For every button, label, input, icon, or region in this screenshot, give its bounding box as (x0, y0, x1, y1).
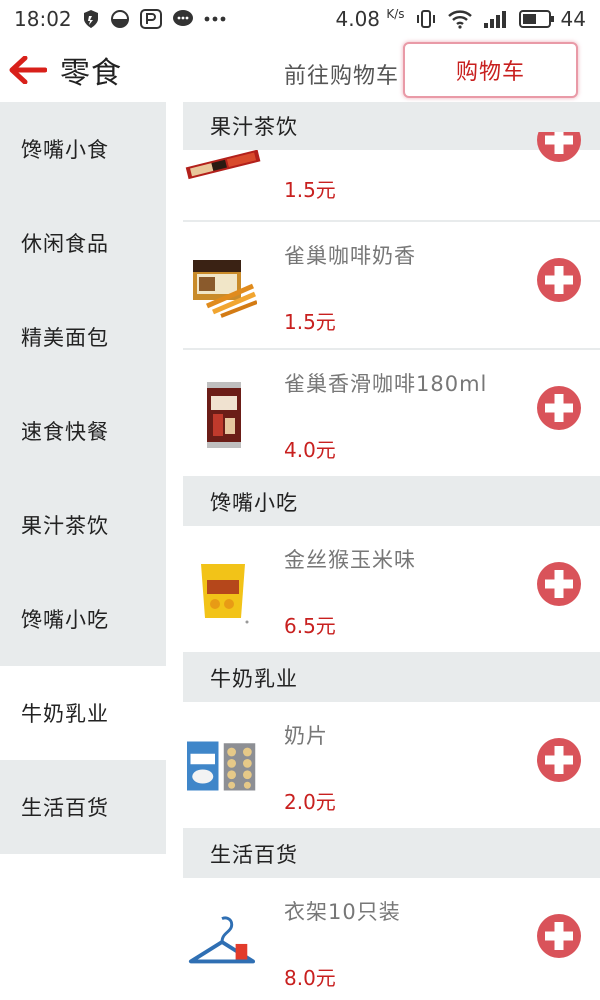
product-price: 6.5元 (284, 614, 336, 638)
page-title: 零食 (60, 56, 122, 91)
plus-circle-icon (537, 914, 581, 958)
plus-circle-icon (537, 738, 581, 782)
signal-icon (483, 9, 509, 29)
section-header-nibbles: 馋嘴小吃 (183, 478, 600, 526)
add-to-cart-button[interactable] (535, 132, 583, 164)
back-arrow-icon (7, 56, 47, 84)
status-right: 4.08 K/s 44 (335, 7, 586, 31)
sidebar-item-daily-goods[interactable]: 生活百货 (0, 760, 166, 854)
product-name: 衣架10只装 (284, 900, 401, 924)
sidebar-item-juice-tea[interactable]: 果汁茶饮 (0, 478, 166, 572)
product-list: 果汁茶饮 1.5元 雀巢咖啡奶香 1.5元 雀巢香滑咖啡180ml 4.0元 馋… (183, 102, 600, 1000)
plus-circle-icon (537, 562, 581, 606)
nescafe-box-icon (187, 246, 257, 326)
plus-circle-icon (537, 258, 581, 302)
product-item[interactable]: 金丝猴玉米味 6.5元 (183, 526, 600, 654)
product-name: 雀巢香滑咖啡180ml (284, 372, 488, 396)
chat-bubble-icon (172, 9, 194, 29)
status-time: 18:02 (14, 7, 72, 31)
p-app-icon (139, 9, 162, 29)
sidebar-item-snacks[interactable]: 馋嘴小食 (0, 102, 166, 196)
product-price: 2.0元 (284, 790, 336, 814)
sidebar-item-nibbles[interactable]: 馋嘴小吃 (0, 572, 166, 666)
product-item[interactable]: 奶片 2.0元 (183, 702, 600, 830)
battery: 44 (518, 7, 586, 31)
top-nav-bar: 零食 前往购物车 购物车 (0, 38, 600, 102)
product-name: 奶片 (284, 724, 328, 748)
sidebar-item-fast-food[interactable]: 速食快餐 (0, 384, 166, 478)
candy-bag-icon (187, 550, 257, 630)
wifi-icon (447, 9, 473, 29)
net-speed: 4.08 K/s (335, 7, 404, 31)
product-item[interactable]: 雀巢香滑咖啡180ml 4.0元 (183, 350, 600, 478)
add-to-cart-button[interactable] (535, 560, 583, 608)
section-header-daily-goods: 生活百货 (183, 830, 600, 878)
vibrate-icon (415, 9, 437, 29)
product-item[interactable]: 雀巢咖啡奶香 1.5元 (183, 222, 600, 350)
coffee-can-icon (187, 374, 257, 454)
net-speed-unit: K/s (386, 7, 405, 21)
goto-cart-link[interactable]: 前往购物车 (284, 58, 399, 90)
product-price: 1.5元 (284, 178, 336, 202)
shield-icon (82, 9, 100, 29)
product-price: 8.0元 (284, 966, 336, 990)
sidebar-item-bread[interactable]: 精美面包 (0, 290, 166, 384)
half-circle-icon (110, 9, 130, 29)
product-name: 雀巢咖啡奶香 (284, 244, 416, 268)
hanger-icon (187, 902, 257, 982)
more-dots-icon (204, 16, 226, 22)
product-item[interactable]: 衣架10只装 8.0元 (183, 878, 600, 1000)
product-price: 4.0元 (284, 438, 336, 462)
product-price: 1.5元 (284, 310, 336, 334)
sidebar-item-dairy[interactable]: 牛奶乳业 (0, 666, 166, 760)
app-screen: 18:02 4.08 K/s 44 零食 前往购物车 购物车 馋嘴小食 休闲食品… (0, 0, 600, 1000)
category-sidebar: 馋嘴小食 休闲食品 精美面包 速食快餐 果汁茶饮 馋嘴小吃 牛奶乳业 生活百货 (0, 102, 166, 854)
add-to-cart-button[interactable] (535, 256, 583, 304)
product-item[interactable]: 1.5元 (183, 132, 600, 222)
add-to-cart-button[interactable] (535, 736, 583, 784)
add-to-cart-button[interactable] (535, 384, 583, 432)
add-to-cart-button[interactable] (535, 912, 583, 960)
status-bar: 18:02 4.08 K/s 44 (0, 0, 600, 38)
battery-icon (518, 9, 555, 29)
product-name: 金丝猴玉米味 (284, 548, 416, 572)
sidebar-item-leisure-food[interactable]: 休闲食品 (0, 196, 166, 290)
status-left: 18:02 (14, 7, 226, 31)
plus-circle-icon (537, 386, 581, 430)
battery-level: 44 (560, 7, 586, 31)
section-header-dairy: 牛奶乳业 (183, 654, 600, 702)
net-speed-value: 4.08 (335, 7, 381, 31)
cart-button[interactable]: 购物车 (403, 42, 578, 98)
milk-tablets-icon (187, 726, 257, 806)
nescafe-sticks-icon (183, 150, 267, 186)
back-button[interactable] (0, 38, 54, 102)
